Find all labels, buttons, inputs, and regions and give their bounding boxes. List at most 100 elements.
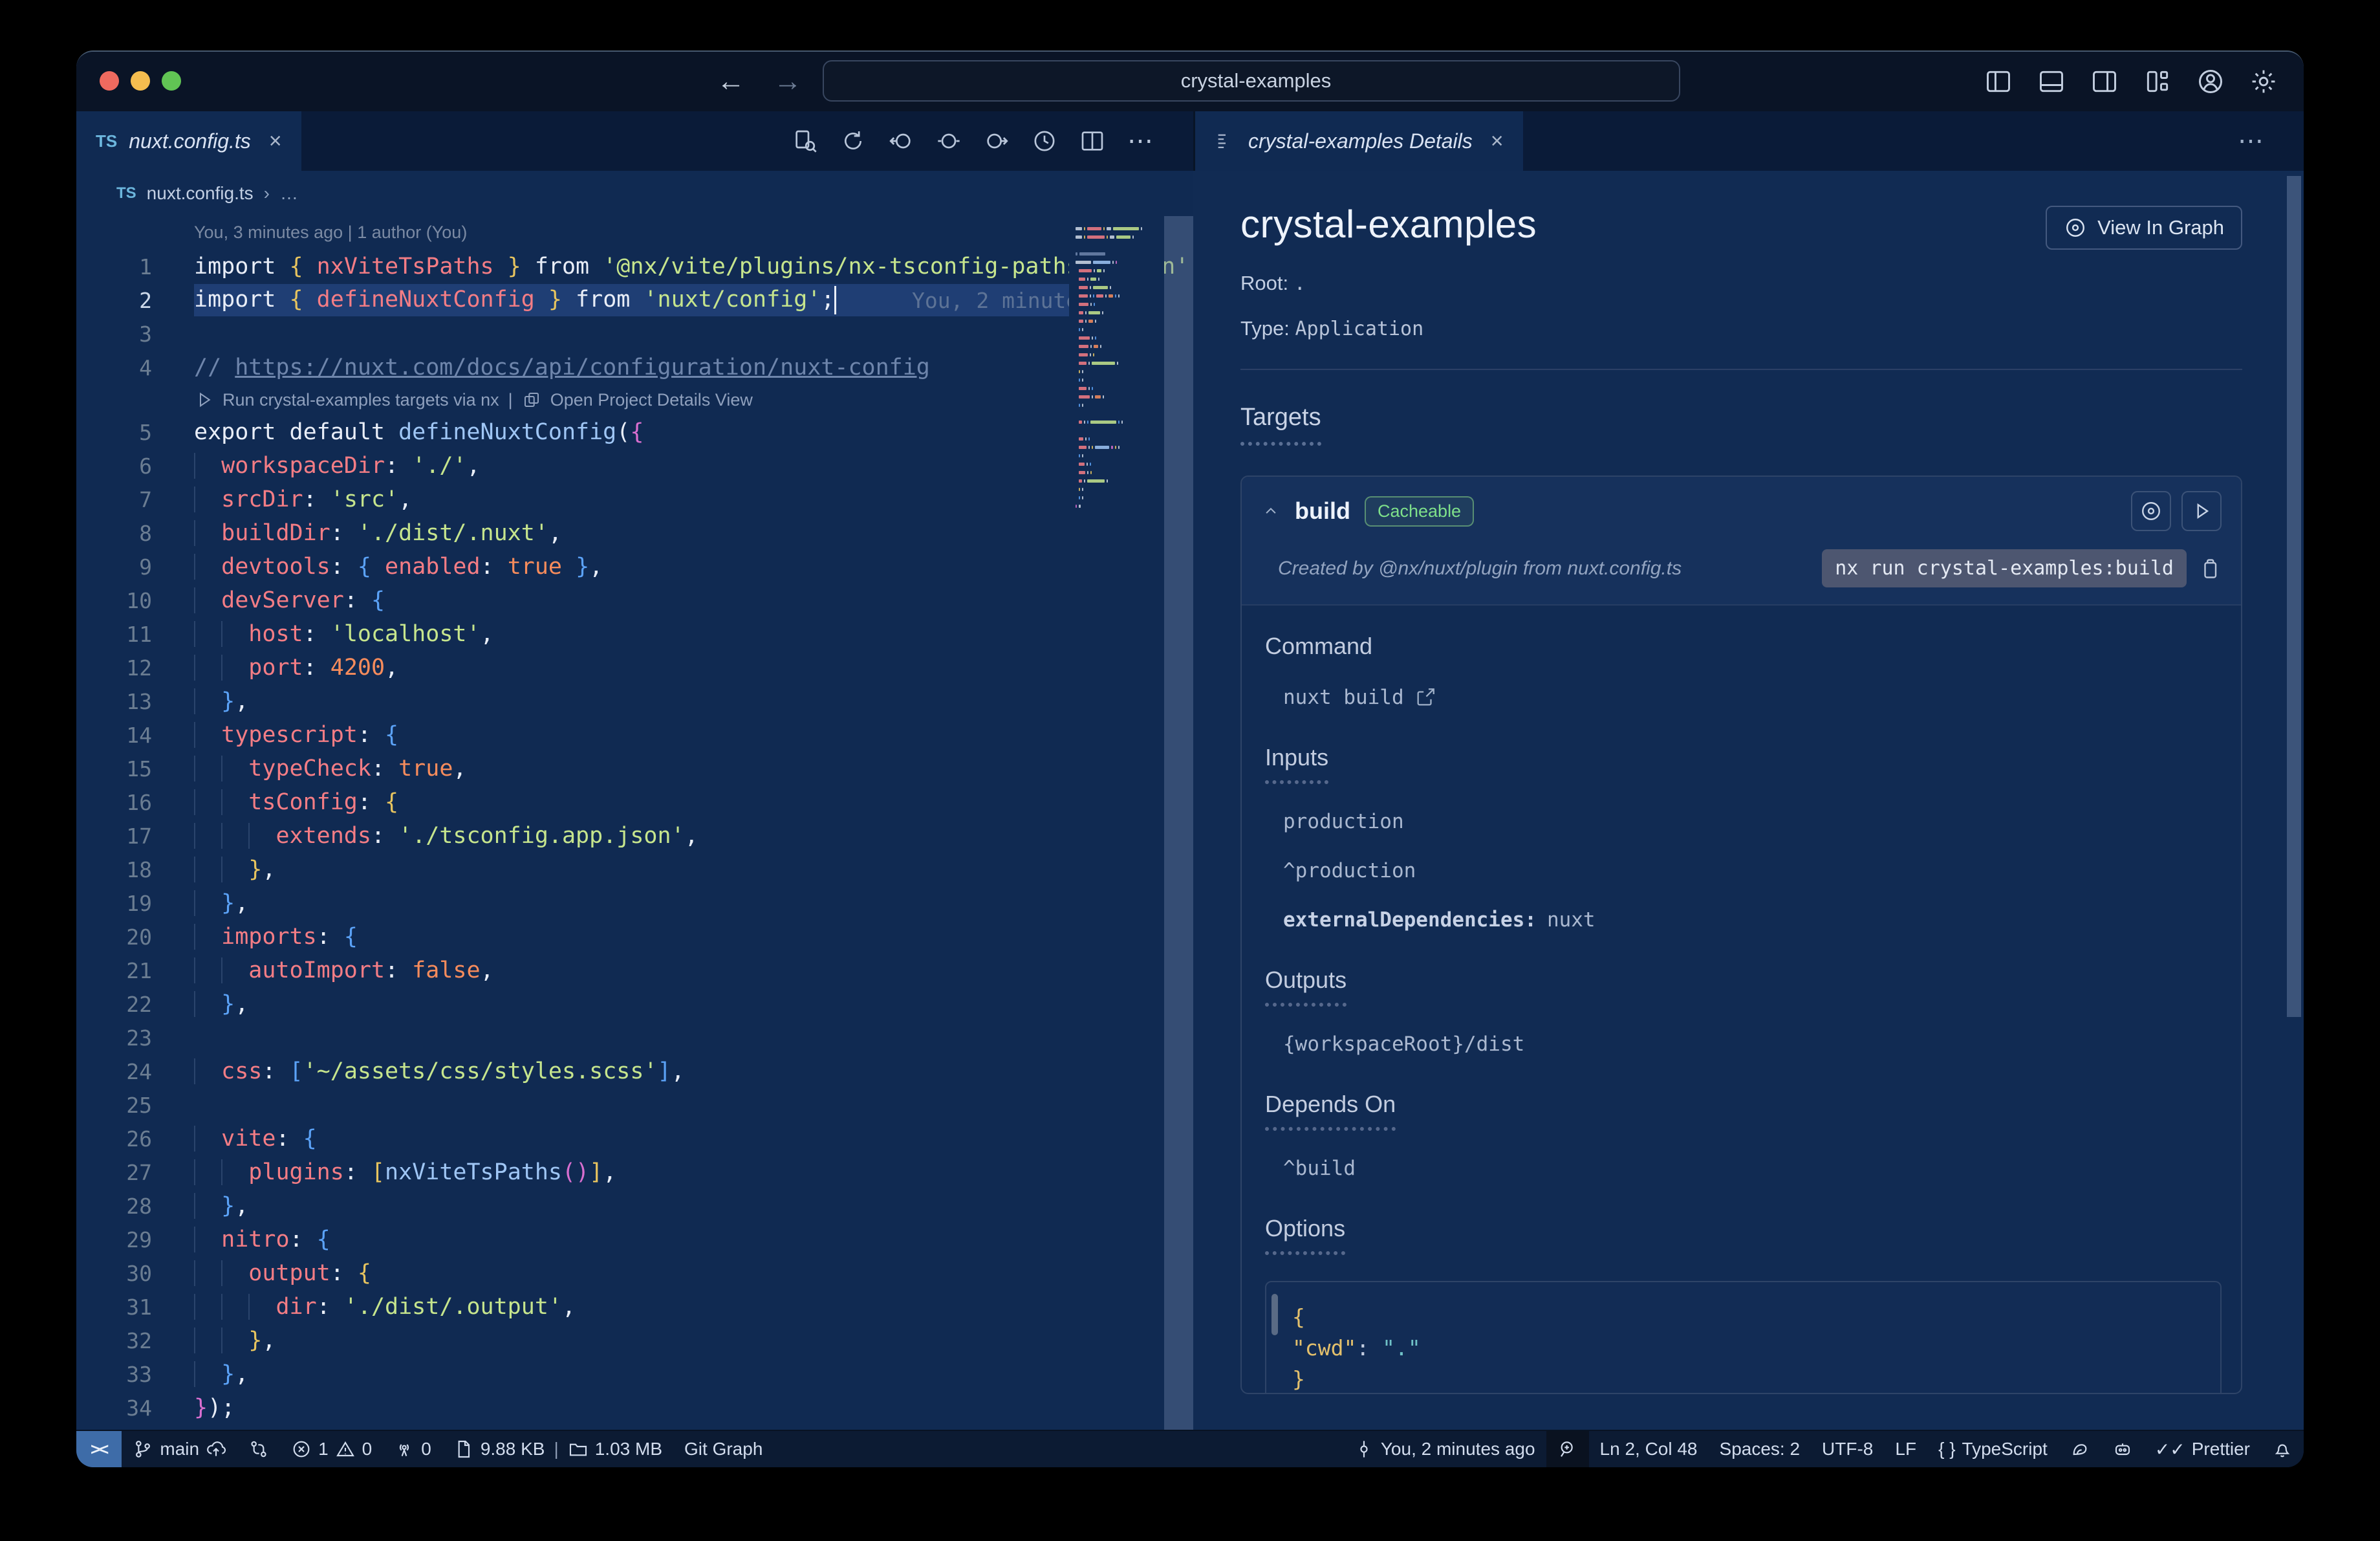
close-window-button[interactable] bbox=[100, 71, 119, 91]
problems[interactable]: 10 bbox=[280, 1431, 383, 1467]
target-name[interactable]: build bbox=[1295, 497, 1350, 525]
code-line[interactable]: 15 typeCheck: true, bbox=[76, 752, 1193, 785]
code-text: typescript: { bbox=[194, 722, 398, 748]
history-forward-button[interactable]: → bbox=[774, 65, 802, 98]
code-line[interactable]: 5 export default defineNuxtConfig({ bbox=[76, 415, 1193, 449]
refresh-icon[interactable] bbox=[840, 128, 866, 154]
nx-run-command-chip[interactable]: nx run crystal-examples:build bbox=[1822, 549, 2187, 587]
view-in-graph-button[interactable]: View In Graph bbox=[2046, 206, 2242, 250]
encoding[interactable]: UTF-8 bbox=[1811, 1431, 1884, 1467]
code-line[interactable]: 23 bbox=[76, 1021, 1193, 1055]
code-line[interactable]: 19 }, bbox=[76, 886, 1193, 920]
code-line[interactable]: 31 dir: './dist/.output', bbox=[76, 1290, 1193, 1324]
layout-sidebar-icon[interactable] bbox=[1984, 67, 2013, 96]
layout-panel-icon[interactable] bbox=[2037, 67, 2066, 96]
code-line[interactable]: 17 extends: './tsconfig.app.json', bbox=[76, 819, 1193, 853]
options-json-viewer[interactable]: { "cwd": "."} bbox=[1265, 1281, 2222, 1393]
notifications[interactable] bbox=[2261, 1431, 2304, 1467]
code-line[interactable]: 29 nitro: { bbox=[76, 1223, 1193, 1256]
code-line[interactable]: 13 }, bbox=[76, 684, 1193, 718]
code-line[interactable]: 12 port: 4200, bbox=[76, 651, 1193, 684]
code-line[interactable]: 33 }, bbox=[76, 1357, 1193, 1391]
remote-indicator[interactable]: >< bbox=[76, 1431, 122, 1467]
git-branch[interactable]: main bbox=[122, 1431, 237, 1467]
chevron-up-icon[interactable] bbox=[1261, 501, 1281, 521]
code-line[interactable]: 26 vite: { bbox=[76, 1122, 1193, 1155]
code-line[interactable]: 7 srcDir: 'src', bbox=[76, 483, 1193, 516]
blame-status[interactable]: You, 2 minutes ago bbox=[1343, 1431, 1546, 1467]
cursor-position[interactable]: Ln 2, Col 48 bbox=[1589, 1431, 1709, 1467]
run-targets-link[interactable]: Run crystal-examples targets via nx bbox=[222, 390, 499, 410]
settings-gear-icon[interactable] bbox=[2249, 67, 2278, 96]
prettier-status[interactable]: ✓✓ Prettier bbox=[2144, 1431, 2261, 1467]
code-line[interactable]: 4 // https://nuxt.com/docs/api/configurat… bbox=[76, 351, 1193, 384]
language-mode[interactable]: { } TypeScript bbox=[1927, 1431, 2059, 1467]
zoom-indicator[interactable] bbox=[1546, 1431, 1589, 1467]
indentation[interactable]: Spaces: 2 bbox=[1709, 1431, 1812, 1467]
maximize-window-button[interactable] bbox=[162, 71, 181, 91]
code-line[interactable]: 27 plugins: [nxViteTsPaths()], bbox=[76, 1155, 1193, 1189]
code-line[interactable]: 30 output: { bbox=[76, 1256, 1193, 1290]
open-project-details-link[interactable]: Open Project Details View bbox=[550, 390, 753, 410]
status-text: 1.03 MB bbox=[594, 1439, 663, 1459]
code-line[interactable]: 20 imports: { bbox=[76, 920, 1193, 954]
panel-scrollbar[interactable] bbox=[2287, 176, 2301, 1017]
ports[interactable]: 0 bbox=[383, 1431, 442, 1467]
code-line[interactable]: You, 2 minutes ago 2 import { defineNuxtCo… bbox=[76, 283, 1193, 317]
history-icon[interactable] bbox=[1032, 128, 1057, 154]
run-target-button[interactable] bbox=[2181, 491, 2222, 531]
nav-back-circle-icon[interactable] bbox=[888, 128, 914, 154]
code-editor[interactable]: TS nuxt.config.ts › … You, 3 minutes ago… bbox=[76, 171, 1193, 1430]
tab-nuxt-config[interactable]: TS nuxt.config.ts × bbox=[76, 111, 301, 171]
close-tab-icon[interactable]: × bbox=[269, 129, 282, 154]
layout-sidebar-right-icon[interactable] bbox=[2090, 67, 2119, 96]
command-center-search[interactable]: crystal-examples bbox=[823, 60, 1680, 102]
line-number: 31 bbox=[126, 1294, 152, 1320]
editor-vertical-scrollbar[interactable] bbox=[1164, 216, 1193, 1430]
code-line[interactable]: 8 buildDir: './dist/.nuxt', bbox=[76, 516, 1193, 550]
section-item: ^production bbox=[1283, 859, 1416, 882]
view-target-button[interactable] bbox=[2131, 491, 2171, 531]
code-line[interactable]: 32 }, bbox=[76, 1324, 1193, 1357]
history-back-button[interactable]: ← bbox=[717, 65, 745, 98]
nav-forward-circle-icon[interactable] bbox=[984, 128, 1010, 154]
code-line[interactable]: 22 }, bbox=[76, 987, 1193, 1021]
layout-custom-icon[interactable] bbox=[2143, 67, 2172, 96]
code-line[interactable]: 11 host: 'localhost', bbox=[76, 617, 1193, 651]
open-changes-icon[interactable] bbox=[792, 128, 818, 154]
more-actions-icon[interactable]: ⋯ bbox=[2238, 111, 2266, 171]
code-line[interactable]: 9 devtools: { enabled: true }, bbox=[76, 550, 1193, 584]
file-size[interactable]: 9.88 KB | 1.03 MB bbox=[442, 1431, 673, 1467]
eol[interactable]: LF bbox=[1884, 1431, 1927, 1467]
close-tab-icon[interactable]: × bbox=[1491, 129, 1504, 154]
more-actions-icon[interactable]: ⋯ bbox=[1127, 126, 1153, 156]
minimize-window-button[interactable] bbox=[131, 71, 150, 91]
code-line[interactable]: 1 import { nxViteTsPaths } from '@nx/vite… bbox=[76, 250, 1193, 283]
account-icon[interactable] bbox=[2196, 67, 2225, 96]
code-line[interactable]: 18 }, bbox=[76, 853, 1193, 886]
minimap[interactable] bbox=[1069, 216, 1164, 527]
copilot-status[interactable] bbox=[2101, 1431, 2144, 1467]
code-line[interactable]: 25 bbox=[76, 1088, 1193, 1122]
code-line[interactable]: 21 autoImport: false, bbox=[76, 954, 1193, 987]
code-line[interactable]: 3 bbox=[76, 317, 1193, 351]
code-line[interactable]: 14 typescript: { bbox=[76, 718, 1193, 752]
code-line[interactable]: 16 tsConfig: { bbox=[76, 785, 1193, 819]
code-line[interactable]: 34}); bbox=[76, 1391, 1193, 1425]
split-editor-icon[interactable] bbox=[1079, 128, 1105, 154]
nav-circle-icon[interactable] bbox=[936, 128, 962, 154]
json-scrollbar-thumb[interactable] bbox=[1271, 1294, 1278, 1335]
code-line[interactable]: 24 css: ['~/assets/css/styles.scss'], bbox=[76, 1055, 1193, 1088]
git-compare[interactable] bbox=[237, 1431, 280, 1467]
code-line[interactable]: 10 devServer: { bbox=[76, 584, 1193, 617]
line-number: 4 bbox=[139, 355, 152, 380]
code-line[interactable]: 28 }, bbox=[76, 1189, 1193, 1223]
file-icon bbox=[453, 1439, 474, 1459]
code-line[interactable]: 6 workspaceDir: './', bbox=[76, 449, 1193, 483]
copy-icon[interactable] bbox=[2198, 557, 2222, 580]
extension-status[interactable] bbox=[2059, 1431, 2101, 1467]
git-graph[interactable]: Git Graph bbox=[673, 1431, 774, 1467]
external-link-icon[interactable] bbox=[1414, 686, 1436, 708]
tab-project-details[interactable]: crystal-examples Details × bbox=[1195, 111, 1523, 171]
breadcrumb[interactable]: TS nuxt.config.ts › … bbox=[76, 171, 1193, 216]
